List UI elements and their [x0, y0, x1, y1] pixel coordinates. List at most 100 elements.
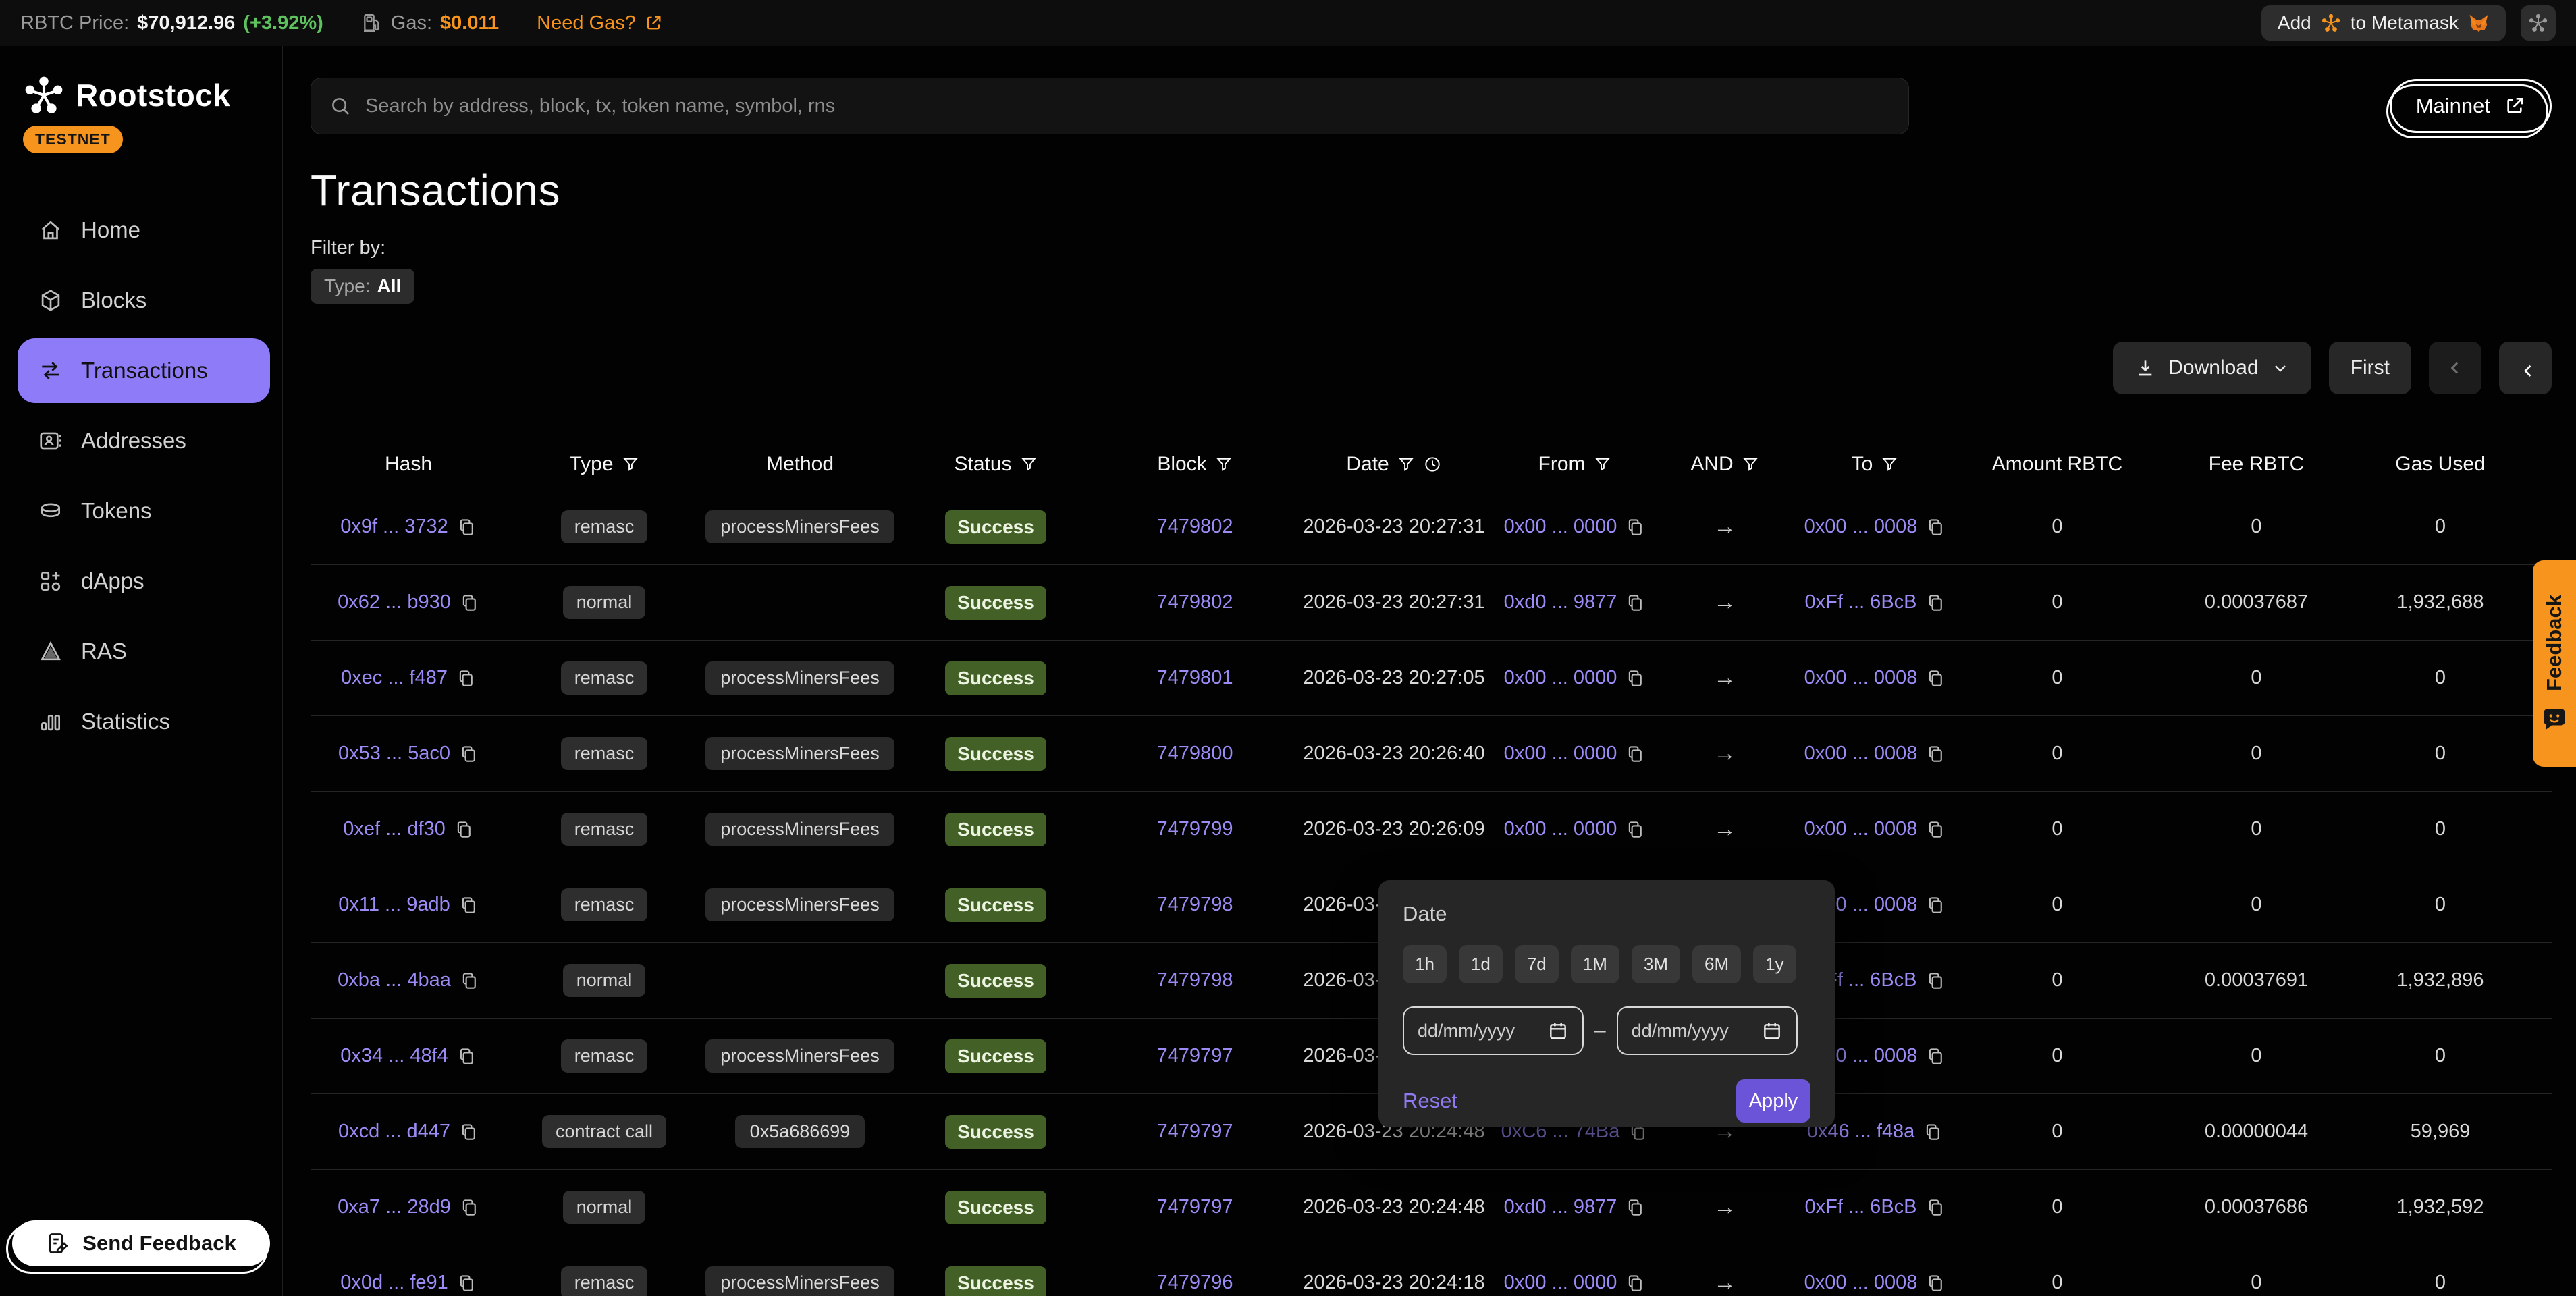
column-header-date[interactable]: Date — [1296, 453, 1492, 476]
sidebar-item-statistics[interactable]: Statistics — [18, 689, 270, 754]
block-link[interactable]: 7479796 — [1157, 1272, 1233, 1294]
block-link[interactable]: 7479800 — [1157, 742, 1233, 765]
copy-icon[interactable] — [1925, 744, 1946, 764]
from-address-link[interactable]: 0x00 ... 0000 — [1504, 1272, 1617, 1294]
type-filter-chip[interactable]: Type: All — [311, 269, 414, 304]
sidebar-item-transactions[interactable]: Transactions — [18, 338, 270, 403]
copy-icon[interactable] — [1625, 744, 1645, 764]
copy-icon[interactable] — [1625, 517, 1645, 537]
from-address-link[interactable]: 0x00 ... 0000 — [1504, 516, 1617, 538]
copy-icon[interactable] — [1925, 517, 1946, 537]
to-address-link[interactable]: 0xFf ... 6BcB — [1805, 1196, 1917, 1218]
tx-hash-link[interactable]: 0xec ... f487 — [341, 667, 448, 689]
date-preset-1M[interactable]: 1M — [1571, 945, 1619, 983]
date-preset-1h[interactable]: 1h — [1403, 945, 1447, 983]
copy-icon[interactable] — [1925, 1273, 1946, 1293]
block-link[interactable]: 7479802 — [1157, 516, 1233, 538]
apply-button[interactable]: Apply — [1736, 1079, 1810, 1123]
copy-icon[interactable] — [1925, 1197, 1946, 1218]
column-header-block[interactable]: Block — [1094, 453, 1296, 476]
copy-icon[interactable] — [1625, 1273, 1645, 1293]
rootstock-extension-button[interactable] — [2521, 5, 2556, 40]
feedback-tab[interactable]: Feedback — [2533, 560, 2576, 767]
column-header-from[interactable]: From — [1492, 453, 1657, 476]
next-page-button[interactable] — [2499, 342, 2552, 394]
sidebar-item-tokens[interactable]: Tokens — [18, 479, 270, 543]
first-page-button[interactable]: First — [2329, 342, 2411, 394]
need-gas-link[interactable]: Need Gas? — [537, 12, 663, 34]
column-header-status[interactable]: Status — [898, 453, 1094, 476]
copy-icon[interactable] — [1925, 668, 1946, 688]
to-address-link[interactable]: 0x00 ... 0008 — [1804, 818, 1918, 840]
copy-icon[interactable] — [1925, 593, 1946, 613]
copy-icon[interactable] — [456, 1273, 477, 1293]
copy-icon[interactable] — [1923, 1122, 1943, 1142]
tx-hash-link[interactable]: 0x34 ... 48f4 — [340, 1045, 448, 1067]
copy-icon[interactable] — [458, 1122, 479, 1142]
tx-hash-link[interactable]: 0xba ... 4baa — [338, 969, 451, 992]
block-link[interactable]: 7479801 — [1157, 667, 1233, 689]
copy-icon[interactable] — [1925, 971, 1946, 991]
tx-hash-link[interactable]: 0xef ... df30 — [343, 818, 446, 840]
from-address-link[interactable]: 0x00 ... 0000 — [1504, 818, 1617, 840]
copy-icon[interactable] — [1625, 1197, 1645, 1218]
tx-hash-link[interactable]: 0xa7 ... 28d9 — [338, 1196, 451, 1218]
date-preset-1y[interactable]: 1y — [1753, 945, 1796, 983]
tx-hash-link[interactable]: 0x11 ... 9adb — [338, 894, 450, 916]
column-header-to[interactable]: To — [1792, 453, 1958, 476]
from-address-link[interactable]: 0x00 ... 0000 — [1504, 742, 1617, 765]
send-feedback-button[interactable]: Send Feedback — [12, 1220, 270, 1266]
copy-icon[interactable] — [456, 668, 476, 688]
sidebar-item-addresses[interactable]: Addresses — [18, 408, 270, 473]
date-from-input[interactable]: dd/mm/yyyy — [1403, 1006, 1584, 1055]
sidebar-item-home[interactable]: Home — [18, 198, 270, 263]
block-link[interactable]: 7479798 — [1157, 969, 1233, 992]
block-link[interactable]: 7479799 — [1157, 818, 1233, 840]
tx-hash-link[interactable]: 0x0d ... fe91 — [340, 1272, 448, 1294]
block-link[interactable]: 7479798 — [1157, 894, 1233, 916]
copy-icon[interactable] — [1625, 668, 1645, 688]
block-link[interactable]: 7479797 — [1157, 1045, 1233, 1067]
date-to-input[interactable]: dd/mm/yyyy — [1617, 1006, 1798, 1055]
copy-icon[interactable] — [1925, 895, 1946, 915]
copy-icon[interactable] — [1925, 1046, 1946, 1066]
date-preset-7d[interactable]: 7d — [1515, 945, 1559, 983]
add-to-metamask-button[interactable]: Add to Metamask — [2261, 5, 2506, 40]
rootstock-logo[interactable]: Rootstock — [18, 74, 270, 116]
tx-hash-link[interactable]: 0xcd ... d447 — [338, 1120, 450, 1143]
tx-hash-link[interactable]: 0x53 ... 5ac0 — [338, 742, 450, 765]
from-address-link[interactable]: 0xd0 ... 9877 — [1504, 591, 1617, 614]
copy-icon[interactable] — [459, 971, 479, 991]
from-address-link[interactable]: 0xd0 ... 9877 — [1504, 1196, 1617, 1218]
block-link[interactable]: 7479802 — [1157, 591, 1233, 614]
copy-icon[interactable] — [459, 1197, 479, 1218]
search-input[interactable] — [365, 95, 1891, 117]
copy-icon[interactable] — [458, 895, 479, 915]
sidebar-item-blocks[interactable]: Blocks — [18, 268, 270, 333]
date-preset-3M[interactable]: 3M — [1632, 945, 1680, 983]
to-address-link[interactable]: 0x00 ... 0008 — [1804, 667, 1918, 689]
mainnet-button[interactable]: Mainnet — [2390, 79, 2552, 133]
date-preset-1d[interactable]: 1d — [1459, 945, 1503, 983]
search-bar[interactable] — [311, 78, 1909, 134]
to-address-link[interactable]: 0x00 ... 0008 — [1804, 1272, 1918, 1294]
copy-icon[interactable] — [456, 517, 477, 537]
date-preset-6M[interactable]: 6M — [1692, 945, 1741, 983]
download-button[interactable]: Download — [2113, 342, 2311, 394]
column-header-and[interactable]: AND — [1657, 453, 1792, 476]
tx-hash-link[interactable]: 0x9f ... 3732 — [340, 516, 448, 538]
reset-button[interactable]: Reset — [1403, 1089, 1457, 1113]
copy-icon[interactable] — [458, 744, 479, 764]
copy-icon[interactable] — [1625, 593, 1645, 613]
to-address-link[interactable]: 0xFf ... 6BcB — [1805, 591, 1917, 614]
sidebar-item-dapps[interactable]: dApps — [18, 549, 270, 614]
to-address-link[interactable]: 0x00 ... 0008 — [1804, 516, 1918, 538]
sidebar-item-ras[interactable]: RAS — [18, 619, 270, 684]
copy-icon[interactable] — [1625, 819, 1645, 840]
copy-icon[interactable] — [459, 593, 479, 613]
copy-icon[interactable] — [456, 1046, 477, 1066]
block-link[interactable]: 7479797 — [1157, 1196, 1233, 1218]
block-link[interactable]: 7479797 — [1157, 1120, 1233, 1143]
column-header-type[interactable]: Type — [506, 453, 702, 476]
copy-icon[interactable] — [454, 819, 474, 840]
